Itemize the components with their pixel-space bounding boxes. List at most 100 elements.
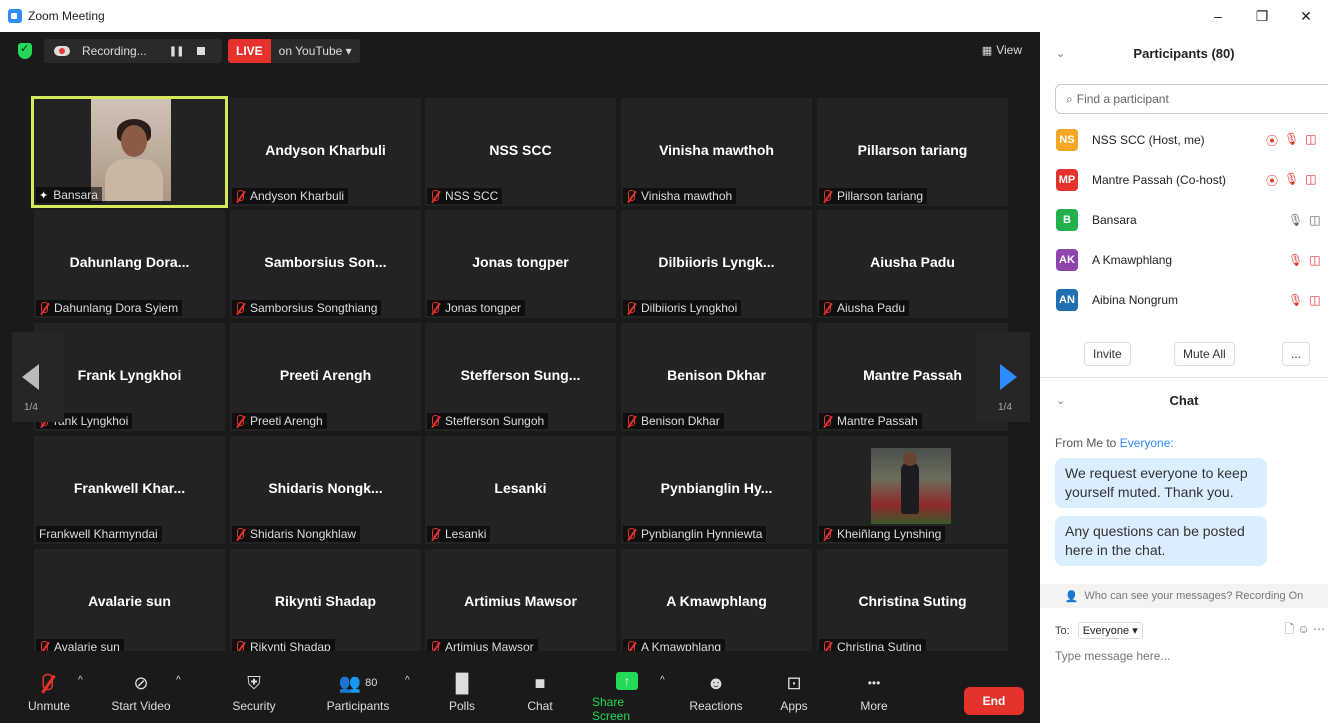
file-emoji-icons[interactable]: 🗋 ☺ ⋯: [1284, 620, 1325, 641]
chat-button[interactable]: ■ Chat: [524, 651, 556, 723]
video-off-icon: ◫: [1309, 293, 1321, 307]
participant-tile[interactable]: A Kmawphlang A Kmawphlang: [621, 549, 812, 657]
participant-tile[interactable]: Andyson Kharbuli Andyson Kharbuli: [230, 98, 421, 206]
participant-tile[interactable]: Aiusha Padu Aiusha Padu: [817, 210, 1008, 318]
video-options-caret[interactable]: ^: [176, 675, 181, 686]
to-label: To:: [1055, 624, 1070, 637]
participant-tile[interactable]: Rikynti Shadap Rikynti Shadap: [230, 549, 421, 657]
participant-tile[interactable]: Avalarie sun Avalarie sun: [34, 549, 225, 657]
participant-tile[interactable]: Christina Suting Christina Suting: [817, 549, 1008, 657]
restore-button[interactable]: ❐: [1240, 0, 1284, 32]
recording-icon: ⦿: [1266, 173, 1279, 188]
title-bar: Zoom Meeting – ❐ ✕: [0, 0, 1328, 32]
video-off-icon: ◫: [1305, 131, 1317, 146]
tile-name-label: Shidaris Nongkhlaw: [232, 526, 361, 542]
participant-tile[interactable]: NSS SCC NSS SCC: [425, 98, 616, 206]
live-destination-dropdown[interactable]: on YouTube ▾: [271, 44, 360, 58]
participant-name: A Kmawphlang: [1092, 253, 1173, 267]
view-button[interactable]: ▦ View: [982, 43, 1022, 57]
chat-icon: ■: [534, 672, 546, 693]
participants-button[interactable]: 👥 80 Participants: [325, 651, 391, 723]
participant-tile[interactable]: Vinisha mawthoh Vinisha mawthoh: [621, 98, 812, 206]
participant-row[interactable]: MP Mantre Passah (Co-host) ⦿ 🎙 ◫: [1040, 160, 1328, 200]
search-icon: ⌕: [1066, 91, 1073, 106]
chat-recipient-row: To: Everyone ▾ 🗋 ☺ ⋯: [1055, 622, 1325, 639]
share-screen-icon: ↑: [616, 669, 638, 693]
unmute-button[interactable]: Unmute: [24, 651, 74, 723]
message-visibility-text: Who can see your messages? Recording On: [1084, 590, 1304, 602]
participant-row[interactable]: AN Aibina Nongrum 🎙 ◫: [1040, 280, 1328, 320]
reactions-button[interactable]: ☻ Reactions: [689, 651, 743, 723]
end-meeting-button[interactable]: End: [964, 687, 1024, 715]
share-screen-button[interactable]: ↑ Share Screen: [592, 651, 662, 723]
encryption-shield-icon[interactable]: [18, 42, 32, 59]
participant-tile[interactable]: Benison Dkhar Benison Dkhar: [621, 323, 812, 431]
participant-tile[interactable]: Pillarson tariang Pillarson tariang: [817, 98, 1008, 206]
participant-tile[interactable]: Stefferson Sung... Stefferson Sungoh: [425, 323, 616, 431]
recording-icon: ⦿: [1266, 133, 1279, 148]
participant-tile[interactable]: Samborsius Son... Samborsius Songthiang: [230, 210, 421, 318]
participant-tile[interactable]: Shidaris Nongk... Shidaris Nongkhlaw: [230, 436, 421, 544]
apps-button[interactable]: ⊡ Apps: [778, 651, 810, 723]
previous-page-button[interactable]: 1/4: [12, 332, 64, 422]
participant-tile[interactable]: Dilbiioris Lyngk... Dilbiioris Lyngkhoi: [621, 210, 812, 318]
participant-tile[interactable]: Jonas tongper Jonas tongper: [425, 210, 616, 318]
live-stream-indicator[interactable]: LIVE on YouTube ▾: [228, 39, 360, 63]
tile-display-name: Vinisha mawthoh: [659, 142, 774, 158]
collapse-participants-icon[interactable]: ⌄: [1056, 47, 1065, 60]
audio-options-caret[interactable]: ^: [78, 675, 83, 686]
invite-button[interactable]: Invite: [1084, 342, 1131, 366]
close-button[interactable]: ✕: [1284, 0, 1328, 32]
participant-tile[interactable]: Preeti Arengh Preeti Arengh: [230, 323, 421, 431]
collapse-chat-icon[interactable]: ⌄: [1056, 394, 1065, 407]
minimize-button[interactable]: –: [1196, 0, 1240, 32]
tile-label-text: Benison Dkhar: [641, 414, 720, 428]
security-label: Security: [232, 699, 276, 713]
more-label: More: [860, 699, 888, 713]
participant-tile[interactable]: Dahunlang Dora... Dahunlang Dora Syiem: [34, 210, 225, 318]
participant-tile[interactable]: Artimius Mawsor Artimius Mawsor: [425, 549, 616, 657]
security-button[interactable]: ⛨ Security: [228, 651, 280, 723]
more-button[interactable]: ••• More: [857, 651, 891, 723]
tile-label-text: Pynbianglin Hynniewta: [641, 527, 763, 541]
avatar: NS: [1056, 129, 1078, 151]
participant-more-button[interactable]: ...: [1282, 342, 1311, 366]
participant-search-input[interactable]: ⌕ Find a participant: [1055, 84, 1328, 114]
participant-status-icons: 🎙 ◫: [1288, 213, 1321, 227]
participants-options-caret[interactable]: ^: [405, 675, 410, 686]
polls-button[interactable]: ▐▌ Polls: [444, 651, 480, 723]
message-visibility-notice[interactable]: 👤 Who can see your messages? Recording O…: [1040, 584, 1328, 608]
mic-muted-icon: [822, 527, 832, 541]
share-options-caret[interactable]: ^: [660, 675, 665, 686]
participant-tile[interactable]: Pynbianglin Hy... Pynbianglin Hynniewta: [621, 436, 812, 544]
participant-tile[interactable]: ✦ Bansara: [31, 96, 228, 208]
participant-row[interactable]: NS NSS SCC (Host, me) ⦿ 🎙 ◫: [1040, 120, 1328, 160]
next-page-button[interactable]: 1/4: [976, 332, 1030, 422]
participant-tile[interactable]: Lesanki Lesanki: [425, 436, 616, 544]
mute-all-button[interactable]: Mute All: [1174, 342, 1235, 366]
polls-icon: ▐▌: [449, 672, 475, 693]
zoom-app-icon: [8, 9, 22, 23]
start-video-label: Start Video: [111, 699, 171, 713]
tile-display-name: Frankwell Khar...: [73, 480, 186, 496]
chat-message-input[interactable]: Type message here...: [1055, 649, 1170, 663]
recipient-dropdown[interactable]: Everyone ▾: [1077, 622, 1143, 639]
mic-muted-icon: [626, 301, 636, 315]
chat-message: Any questions can be posted here in the …: [1055, 516, 1267, 566]
tile-display-name: Jonas tongper: [472, 254, 569, 270]
video-off-icon: ◫: [1309, 253, 1321, 267]
tile-name-label: Dilbiioris Lyngkhoi: [623, 300, 742, 316]
participant-tile[interactable]: Frankwell Khar... Frankwell Kharmyndai: [34, 436, 225, 544]
mic-muted-icon: [626, 189, 636, 203]
mic-muted-icon: [235, 301, 245, 315]
tile-label-text: Dahunlang Dora Syiem: [54, 301, 179, 315]
page-indicator-right: 1/4: [998, 402, 1012, 413]
participant-row[interactable]: AK A Kmawphlang 🎙 ◫: [1040, 240, 1328, 280]
tile-display-name: Christina Suting: [858, 593, 967, 609]
mic-muted-icon: [822, 189, 832, 203]
participant-tile[interactable]: Kheiñlang Lynshing: [817, 436, 1008, 544]
start-video-button[interactable]: ⊘ Start Video: [108, 651, 174, 723]
participant-row[interactable]: B Bansara 🎙 ◫: [1040, 200, 1328, 240]
pause-recording-icon[interactable]: ❚❚: [169, 46, 185, 57]
stop-recording-icon[interactable]: [197, 47, 206, 55]
